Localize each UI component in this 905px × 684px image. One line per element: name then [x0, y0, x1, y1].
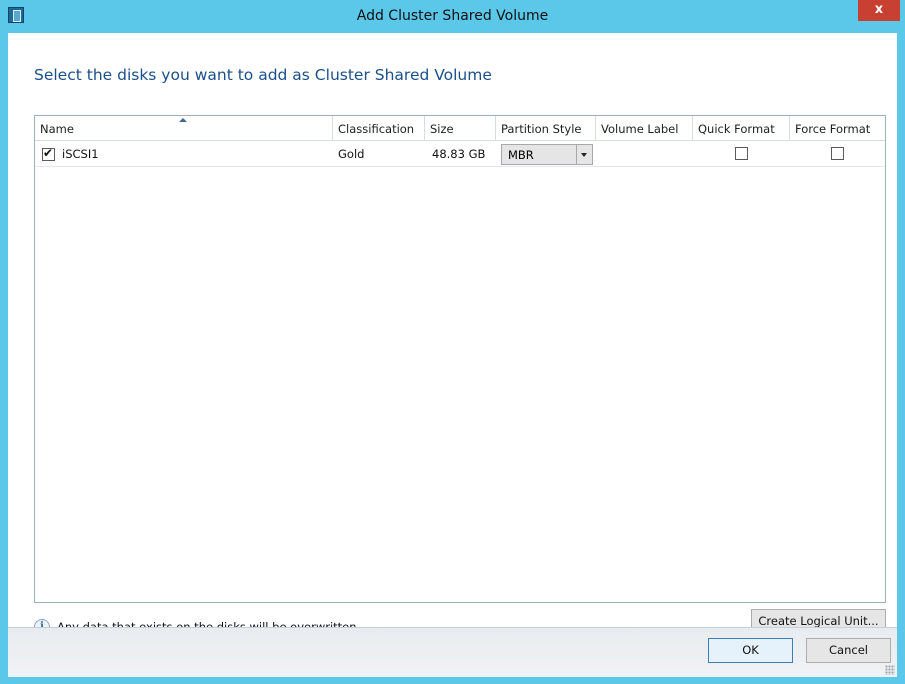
disk-size: 48.83 GB: [432, 147, 486, 161]
column-header-quick-format[interactable]: Quick Format: [693, 116, 790, 141]
column-header-volume-label[interactable]: Volume Label: [596, 116, 693, 141]
force-format-checkbox[interactable]: [831, 147, 844, 160]
table-row[interactable]: iSCSI1 Gold 48.83 GB MBR: [35, 141, 885, 167]
partition-style-value: MBR: [508, 148, 534, 162]
button-bar: OK Cancel: [8, 627, 897, 677]
partition-style-dropdown[interactable]: MBR: [501, 144, 593, 165]
column-header-force-format[interactable]: Force Format: [790, 116, 885, 141]
window-title: Add Cluster Shared Volume: [356, 8, 549, 24]
instruction-heading: Select the disks you want to add as Clus…: [34, 66, 492, 84]
title-bar[interactable]: Add Cluster Shared Volume x: [0, 0, 905, 33]
column-header-size[interactable]: Size: [425, 116, 496, 141]
dialog-window: Add Cluster Shared Volume x Select the d…: [0, 0, 905, 684]
close-button[interactable]: x: [858, 0, 900, 21]
dialog-body: Select the disks you want to add as Clus…: [8, 33, 897, 677]
ok-button[interactable]: OK: [708, 638, 793, 663]
disk-table: Name Classification Size Partition Style…: [34, 115, 886, 603]
column-header-classification[interactable]: Classification: [333, 116, 425, 141]
table-header: Name Classification Size Partition Style…: [35, 116, 885, 141]
quick-format-checkbox[interactable]: [735, 147, 748, 160]
column-header-partition-style[interactable]: Partition Style: [496, 116, 596, 141]
volume-label-cell[interactable]: [596, 141, 601, 167]
disk-classification: Gold: [338, 147, 365, 161]
cancel-button[interactable]: Cancel: [806, 638, 891, 663]
disk-select-checkbox[interactable]: [42, 146, 55, 161]
chevron-down-icon[interactable]: [576, 145, 592, 164]
disk-name: iSCSI1: [62, 147, 99, 161]
resize-grip[interactable]: [885, 665, 895, 675]
sort-ascending-icon: [179, 118, 187, 122]
